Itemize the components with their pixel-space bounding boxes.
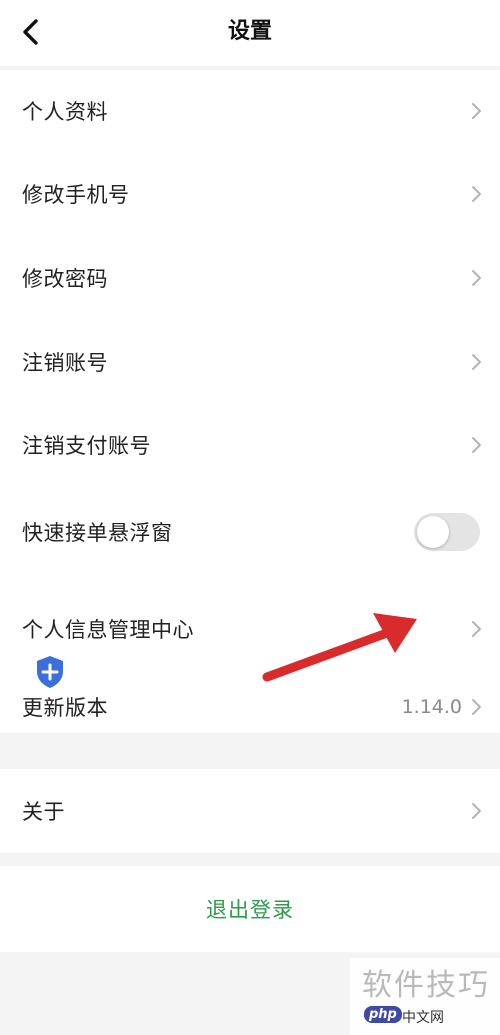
watermark-text: 软件技巧: [362, 968, 490, 1003]
chevron-right-icon: [470, 620, 482, 638]
settings-item-label: 注销支付账号: [22, 434, 151, 458]
settings-item-about[interactable]: 关于: [0, 769, 500, 853]
settings-item-label: 个人资料: [22, 100, 108, 124]
chevron-right-icon: [470, 269, 482, 287]
settings-item-label: 更新版本: [22, 695, 108, 720]
title-bar: 设置: [0, 0, 500, 66]
settings-item-privacy-center[interactable]: 个人信息管理中心: [0, 578, 500, 680]
chevron-right-icon: [470, 185, 482, 203]
settings-item-cancel-account[interactable]: 注销账号: [0, 320, 500, 404]
logout-label: 退出登录: [206, 898, 294, 922]
version-number: 1.14.0: [401, 695, 462, 718]
settings-list: 个人资料 修改手机号 修改密码 注销账号 注销支付账号 快速接单悬浮窗 个人信息…: [0, 70, 500, 733]
settings-item-label: 修改手机号: [22, 183, 130, 207]
logout-button[interactable]: 退出登录: [0, 866, 500, 952]
php-logo-icon: php: [364, 1006, 402, 1023]
floating-window-toggle[interactable]: [414, 513, 480, 551]
settings-item-label: 个人信息管理中心: [22, 618, 194, 642]
watermark-site: 中文网: [402, 1010, 444, 1026]
settings-item-change-phone[interactable]: 修改手机号: [0, 152, 500, 236]
settings-item-label: 快速接单悬浮窗: [22, 521, 173, 545]
settings-item-label: 注销账号: [22, 351, 108, 375]
settings-item-change-password[interactable]: 修改密码: [0, 236, 500, 320]
chevron-right-icon: [470, 802, 482, 820]
settings-item-floating-window: 快速接单悬浮窗: [0, 486, 500, 578]
shield-icon[interactable]: [34, 654, 66, 690]
annotation-arrow-icon: [255, 605, 425, 685]
about-card: 关于: [0, 769, 500, 853]
chevron-right-icon: [470, 698, 482, 716]
toggle-knob: [417, 516, 449, 548]
settings-item-label: 关于: [22, 800, 65, 824]
page-title: 设置: [227, 19, 272, 44]
settings-item-label: 修改密码: [22, 267, 108, 291]
settings-item-cancel-payment-account[interactable]: 注销支付账号: [0, 404, 500, 486]
watermark: 软件技巧 php 中文网: [350, 958, 500, 1035]
chevron-right-icon: [470, 353, 482, 371]
chevron-right-icon: [470, 436, 482, 454]
settings-item-update-version[interactable]: 更新版本 1.14.0: [0, 680, 500, 733]
settings-item-profile[interactable]: 个人资料: [0, 70, 500, 152]
chevron-right-icon: [470, 102, 482, 120]
